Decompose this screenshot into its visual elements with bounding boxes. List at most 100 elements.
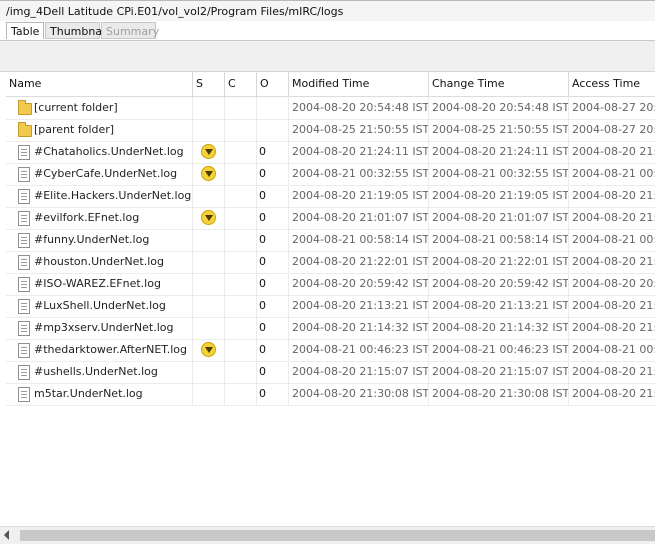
file-icon — [18, 189, 30, 204]
file-icon — [18, 321, 30, 336]
file-table: Name S C O Modified Time Change Time Acc… — [6, 72, 655, 526]
tab-thumbnail[interactable]: Thumbnail — [45, 22, 108, 39]
horizontal-scrollbar[interactable] — [0, 526, 655, 544]
c-cell — [225, 163, 257, 185]
o-cell: 0 — [257, 317, 289, 339]
column-header-s[interactable]: S — [193, 72, 225, 96]
s-cell — [193, 207, 225, 229]
file-icon — [18, 211, 30, 226]
tab-summary[interactable]: Summary — [101, 22, 159, 39]
table-row[interactable]: #houston.UnderNet.log 0 2004-08-20 21:22:0… — [6, 251, 655, 274]
table-row[interactable]: #Chataholics.UnderNet.log 0 2004-08-20 21:… — [6, 141, 655, 164]
modified-time-cell: 2004-08-20 21:22:01 IST — [289, 251, 429, 273]
file-name: #mp3xserv.UnderNet.log — [34, 321, 174, 334]
scroll-left-arrow-icon[interactable] — [4, 530, 9, 540]
name-cell: #Chataholics.UnderNet.log — [6, 141, 193, 163]
view-tabs: Table Thumbnail Summary — [0, 21, 655, 41]
table-row[interactable]: [current folder] 2004-08-20 20:54:48 IST 2… — [6, 97, 655, 120]
change-time-cell: 2004-08-20 21:30:08 IST — [429, 383, 569, 405]
change-time-cell: 2004-08-20 21:15:07 IST — [429, 361, 569, 383]
modified-time-cell: 2004-08-25 21:50:55 IST — [289, 119, 429, 141]
modified-time-cell: 2004-08-20 21:13:21 IST — [289, 295, 429, 317]
name-cell: #ISO-WAREZ.EFnet.log — [6, 273, 193, 295]
s-cell — [193, 273, 225, 295]
notable-item-icon — [201, 342, 216, 357]
o-cell: 0 — [257, 273, 289, 295]
name-cell: #thedarktower.AfterNET.log — [6, 339, 193, 361]
access-time-cell: 2004-08-20 21:0 — [569, 207, 655, 229]
file-name: #CyberCafe.UnderNet.log — [34, 167, 178, 180]
name-cell: #CyberCafe.UnderNet.log — [6, 163, 193, 185]
s-cell — [193, 185, 225, 207]
name-cell: #evilfork.EFnet.log — [6, 207, 193, 229]
file-name: #Chataholics.UnderNet.log — [34, 145, 184, 158]
s-cell — [193, 295, 225, 317]
table-row[interactable]: #funny.UnderNet.log 0 2004-08-21 00:58:14 … — [6, 229, 655, 252]
access-time-cell: 2004-08-27 20:4 — [569, 119, 655, 141]
file-name: m5tar.UnderNet.log — [34, 387, 143, 400]
o-cell: 0 — [257, 251, 289, 273]
column-header-access-time[interactable]: Access Time — [569, 72, 655, 96]
access-time-cell: 2004-08-27 20:4 — [569, 97, 655, 119]
table-row[interactable]: #mp3xserv.UnderNet.log 0 2004-08-20 21:14:… — [6, 317, 655, 340]
file-icon — [18, 233, 30, 248]
access-time-cell: 2004-08-20 21:2 — [569, 141, 655, 163]
modified-time-cell: 2004-08-21 00:58:14 IST — [289, 229, 429, 251]
file-icon — [18, 387, 30, 402]
c-cell — [225, 361, 257, 383]
change-time-cell: 2004-08-20 21:22:01 IST — [429, 251, 569, 273]
current-path: /img_4Dell Latitude CPi.E01/vol_vol2/Pro… — [6, 5, 344, 18]
table-header: Name S C O Modified Time Change Time Acc… — [6, 72, 655, 97]
notable-item-icon — [201, 210, 216, 225]
s-cell — [193, 229, 225, 251]
scrollbar-thumb[interactable] — [20, 530, 655, 541]
s-cell — [193, 383, 225, 405]
change-time-cell: 2004-08-20 21:01:07 IST — [429, 207, 569, 229]
modified-time-cell: 2004-08-20 21:15:07 IST — [289, 361, 429, 383]
tab-table[interactable]: Table — [6, 22, 44, 39]
file-name: #Elite.Hackers.UnderNet.log — [34, 189, 192, 202]
table-row[interactable]: m5tar.UnderNet.log 0 2004-08-20 21:30:08 I… — [6, 383, 655, 406]
notable-item-icon — [201, 166, 216, 181]
c-cell — [225, 339, 257, 361]
c-cell — [225, 273, 257, 295]
file-icon — [18, 145, 30, 160]
table-row[interactable]: #evilfork.EFnet.log 0 2004-08-20 21:01:07 … — [6, 207, 655, 230]
table-row[interactable]: [parent folder] 2004-08-25 21:50:55 IST 20… — [6, 119, 655, 142]
modified-time-cell: 2004-08-20 20:54:48 IST — [289, 97, 429, 119]
o-cell: 0 — [257, 295, 289, 317]
column-header-c[interactable]: C — [225, 72, 257, 96]
table-row[interactable]: #CyberCafe.UnderNet.log 0 2004-08-21 00:32… — [6, 163, 655, 186]
change-time-cell: 2004-08-25 21:50:55 IST — [429, 119, 569, 141]
s-cell — [193, 141, 225, 163]
column-header-change-time[interactable]: Change Time — [429, 72, 569, 96]
column-header-o[interactable]: O — [257, 72, 289, 96]
name-cell: m5tar.UnderNet.log — [6, 383, 193, 405]
c-cell — [225, 317, 257, 339]
access-time-cell: 2004-08-21 00:4 — [569, 339, 655, 361]
table-row[interactable]: #Elite.Hackers.UnderNet.log 0 2004-08-20 2… — [6, 185, 655, 208]
table-row[interactable]: #thedarktower.AfterNET.log 0 2004-08-21 00… — [6, 339, 655, 362]
name-cell: #houston.UnderNet.log — [6, 251, 193, 273]
table-row[interactable]: #LuxShell.UnderNet.log 0 2004-08-20 21:13:… — [6, 295, 655, 318]
change-time-cell: 2004-08-20 21:24:11 IST — [429, 141, 569, 163]
modified-time-cell: 2004-08-20 21:30:08 IST — [289, 383, 429, 405]
path-bar: /img_4Dell Latitude CPi.E01/vol_vol2/Pro… — [0, 0, 655, 21]
column-header-name[interactable]: Name — [6, 72, 193, 96]
file-icon — [18, 167, 30, 182]
change-time-cell: 2004-08-20 20:54:48 IST — [429, 97, 569, 119]
file-name: [current folder] — [34, 101, 118, 114]
column-header-modified-time[interactable]: Modified Time — [289, 72, 429, 96]
access-time-cell: 2004-08-21 00:3 — [569, 163, 655, 185]
c-cell — [225, 295, 257, 317]
access-time-cell: 2004-08-20 21:1 — [569, 295, 655, 317]
name-cell: #funny.UnderNet.log — [6, 229, 193, 251]
modified-time-cell: 2004-08-20 20:59:42 IST — [289, 273, 429, 295]
toolbar-area — [0, 40, 655, 72]
modified-time-cell: 2004-08-20 21:24:11 IST — [289, 141, 429, 163]
o-cell: 0 — [257, 383, 289, 405]
access-time-cell: 2004-08-20 21:1 — [569, 185, 655, 207]
name-cell: #Elite.Hackers.UnderNet.log — [6, 185, 193, 207]
table-row[interactable]: #ushells.UnderNet.log 0 2004-08-20 21:15:0… — [6, 361, 655, 384]
table-row[interactable]: #ISO-WAREZ.EFnet.log 0 2004-08-20 20:59:42… — [6, 273, 655, 296]
